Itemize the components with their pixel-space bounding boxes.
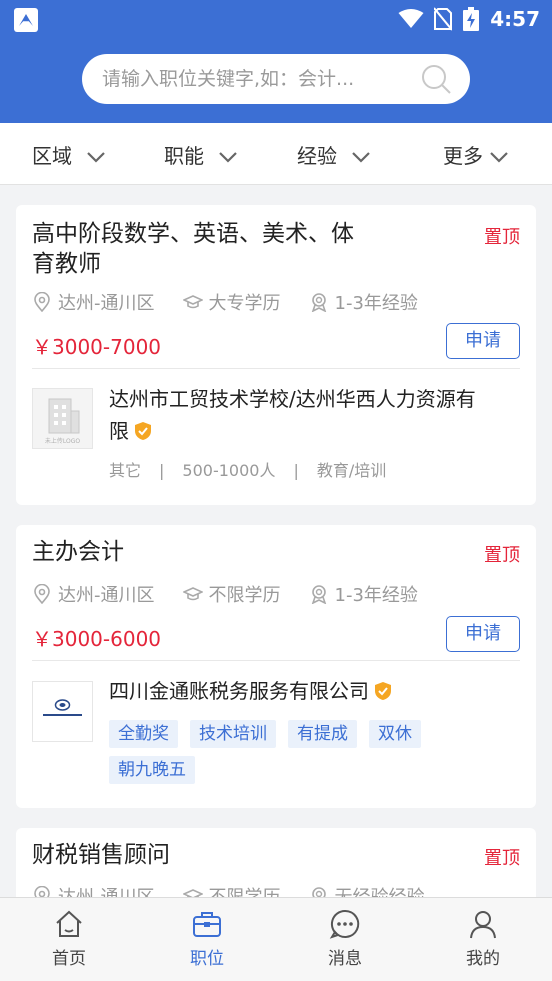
- job-title[interactable]: 高中阶段数学、英语、美术、体 育教师: [32, 219, 354, 279]
- chevron-down-icon: [219, 152, 237, 163]
- nav-home-label: 首页: [52, 949, 86, 969]
- home-icon: [56, 910, 82, 937]
- nav-profile-label: 我的: [466, 949, 500, 969]
- award-icon: [311, 293, 326, 312]
- job-title[interactable]: 主办会计: [32, 537, 124, 567]
- benefit-tag: 双休: [369, 720, 421, 748]
- apply-button[interactable]: 申请: [446, 323, 520, 359]
- job-card[interactable]: 高中阶段数学、英语、美术、体 育教师 置顶 达州-通川区 大专学历 1-3年经验…: [16, 205, 536, 505]
- nav-profile[interactable]: 我的: [414, 898, 552, 981]
- status-icons: 4:57: [398, 4, 540, 34]
- job-card[interactable]: 财税销售顾问 置顶 达州-通川区 不限学历 无经验经验: [16, 828, 536, 908]
- filter-experience[interactable]: 经验: [297, 123, 371, 185]
- filter-more-label: 更多: [443, 143, 483, 168]
- job-experience: 1-3年经验: [334, 585, 418, 606]
- award-icon: [311, 585, 326, 604]
- nav-jobs-label: 职位: [190, 949, 224, 969]
- divider: [32, 660, 520, 661]
- job-education: 不限学历: [208, 585, 281, 606]
- filter-function-label: 职能: [164, 143, 204, 168]
- status-bar: 4:57: [0, 0, 552, 40]
- search-icon[interactable]: [420, 63, 452, 95]
- company-industry: 其它: [109, 461, 142, 480]
- user-icon: [470, 911, 496, 939]
- graduation-cap-icon: [182, 295, 203, 309]
- verified-badge-icon: [135, 422, 151, 440]
- nav-messages[interactable]: 消息: [276, 898, 414, 981]
- company-name[interactable]: 四川金通账税务服务有限公司: [109, 675, 520, 707]
- sim-off-icon: [434, 7, 453, 31]
- nav-home[interactable]: 首页: [0, 898, 138, 981]
- job-experience: 1-3年经验: [334, 293, 418, 314]
- chevron-down-icon: [352, 152, 370, 163]
- job-meta: 达州-通川区 不限学历 1-3年经验: [32, 581, 446, 607]
- job-meta: 达州-通川区 大专学历 1-3年经验: [32, 289, 446, 315]
- company-logo: [32, 681, 93, 742]
- benefit-tag: 技术培训: [190, 720, 276, 748]
- location-icon: [34, 292, 50, 312]
- company-meta: 其它 | 500-1000人 | 教育/培训: [109, 461, 387, 480]
- briefcase-icon: [193, 912, 221, 937]
- wifi-icon: [398, 9, 424, 28]
- company-category: 教育/培训: [316, 461, 387, 480]
- top-tag: 置顶: [484, 848, 520, 869]
- battery-charging-icon: [463, 7, 480, 31]
- filter-experience-label: 经验: [297, 143, 337, 168]
- search-input[interactable]: 请输入职位关键字,如：会计...: [102, 54, 354, 104]
- benefit-tag: 有提成: [288, 720, 357, 748]
- graduation-cap-icon: [182, 587, 203, 601]
- job-card[interactable]: 主办会计 置顶 达州-通川区 不限学历 1-3年经验 ￥3000-6000 申请…: [16, 525, 536, 808]
- search-bar[interactable]: 请输入职位关键字,如：会计...: [82, 54, 470, 104]
- verified-badge-icon: [375, 682, 391, 700]
- job-education: 大专学历: [208, 293, 281, 314]
- bottom-nav: 首页 职位 消息 我的: [0, 897, 552, 981]
- filter-area-label: 区域: [32, 143, 72, 168]
- logo-placeholder-text: 未上传LOGO: [45, 437, 81, 445]
- status-time: 4:57: [490, 7, 540, 31]
- message-icon: [329, 909, 360, 939]
- job-salary: ￥3000-7000: [32, 335, 162, 359]
- top-tag: 置顶: [484, 227, 520, 248]
- job-salary: ￥3000-6000: [32, 627, 162, 651]
- chevron-down-icon: [490, 152, 508, 163]
- top-tag: 置顶: [484, 545, 520, 566]
- filter-more[interactable]: 更多: [443, 123, 509, 185]
- location-icon: [34, 584, 50, 604]
- filter-function[interactable]: 职能: [164, 123, 238, 185]
- job-title[interactable]: 财税销售顾问: [32, 840, 170, 870]
- job-location: 达州-通川区: [58, 585, 155, 606]
- app-notification-icon: [14, 8, 38, 32]
- chevron-down-icon: [87, 152, 105, 163]
- header: 4:57 请输入职位关键字,如：会计...: [0, 0, 552, 123]
- company-logo-mark: [43, 699, 82, 716]
- building-icon: 未上传LOGO: [45, 398, 81, 445]
- nav-messages-label: 消息: [328, 949, 362, 969]
- filter-bar: 区域 职能 经验 更多: [0, 123, 552, 185]
- benefit-tags: 全勤奖 技术培训 有提成 双休 朝九晚五: [109, 720, 449, 784]
- company-size: 500-1000人: [182, 461, 276, 480]
- divider: [32, 368, 520, 369]
- nav-jobs[interactable]: 职位: [138, 898, 276, 981]
- company-logo: 未上传LOGO: [32, 388, 93, 449]
- apply-button[interactable]: 申请: [446, 616, 520, 652]
- job-location: 达州-通川区: [58, 293, 155, 314]
- benefit-tag: 朝九晚五: [109, 756, 195, 784]
- benefit-tag: 全勤奖: [109, 720, 178, 748]
- filter-area[interactable]: 区域: [32, 123, 106, 185]
- company-name[interactable]: 达州市工贸技术学校/达州华西人力资源有 限: [109, 383, 520, 447]
